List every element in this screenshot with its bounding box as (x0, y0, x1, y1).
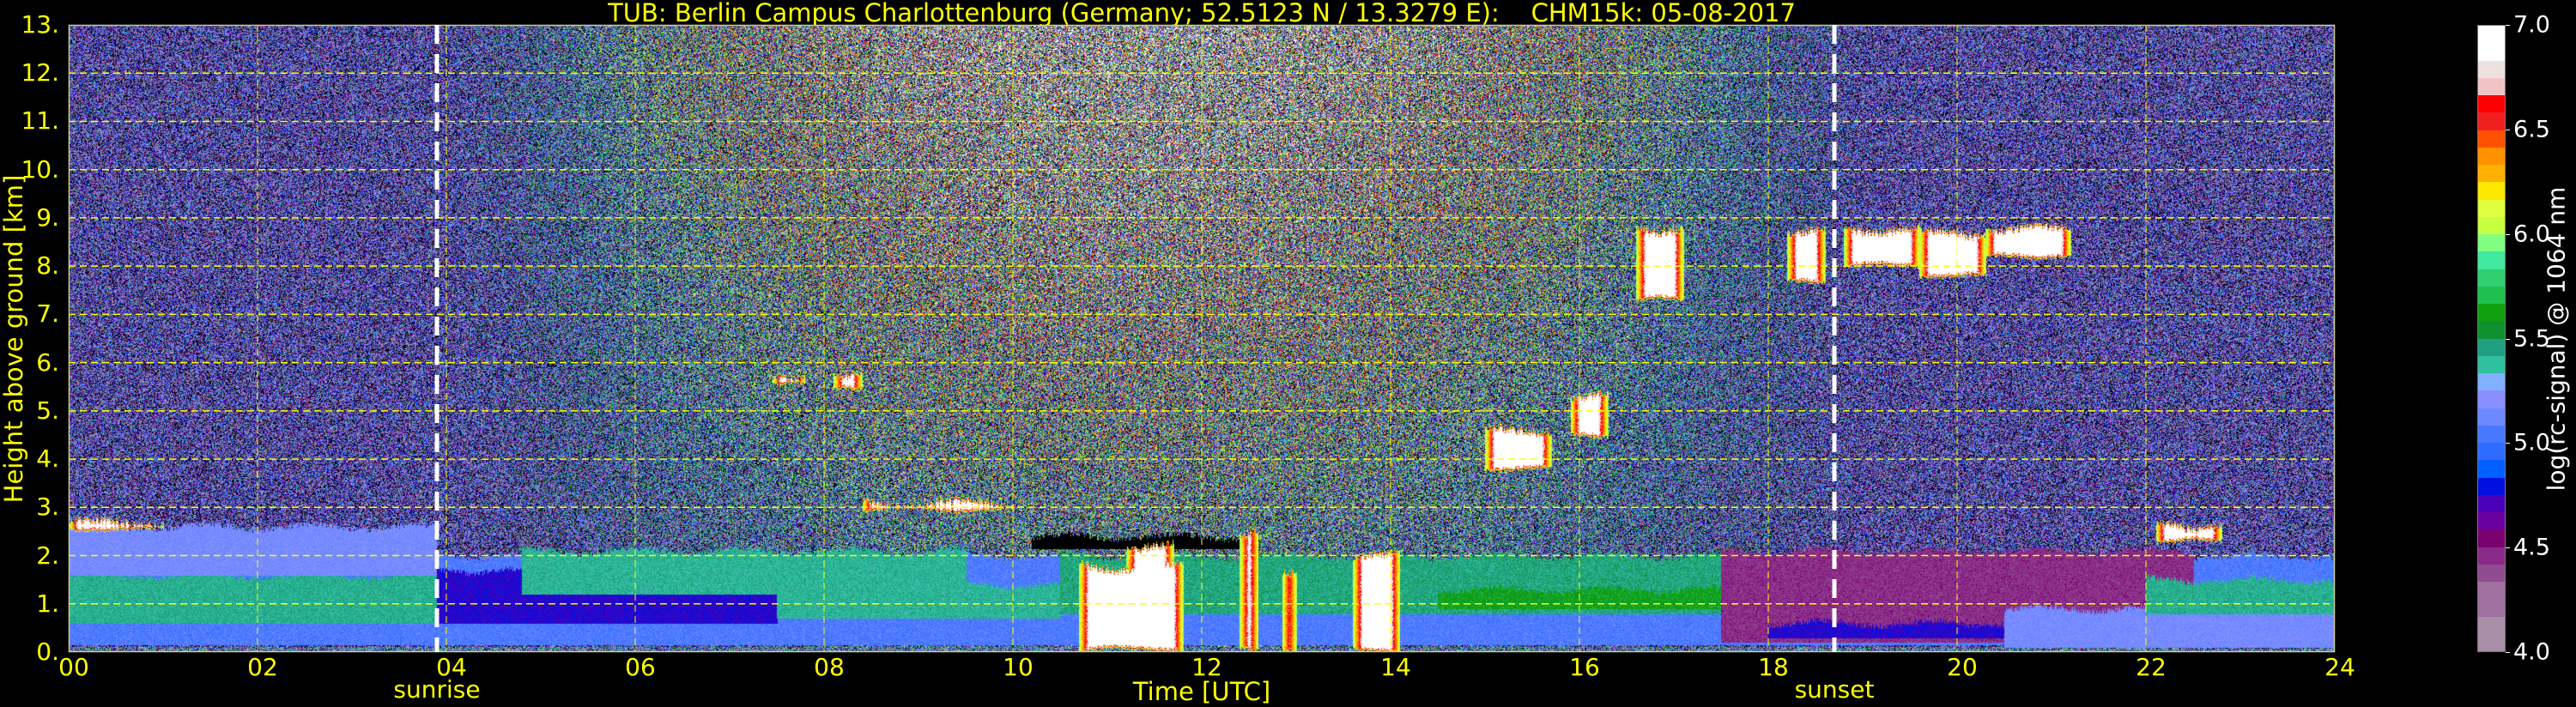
sunrise-label: sunrise (393, 675, 481, 704)
colorbar-segment (2478, 633, 2505, 651)
colorbar-segment (2478, 234, 2505, 252)
y-tick-label: 3. (36, 492, 59, 522)
colorbar-tick-label: 7.0 (2513, 11, 2550, 39)
colorbar-tick-label: 6.5 (2513, 116, 2550, 143)
colorbar-segment (2478, 338, 2505, 356)
y-tick-label: 11. (21, 106, 59, 136)
x-tick-label: 10 (1003, 653, 1033, 681)
colorbar-tick-label: 4.5 (2513, 534, 2550, 561)
y-tick-label: 8. (36, 251, 59, 281)
colorbar-tick-mark (2506, 25, 2510, 26)
colorbar-segment (2478, 269, 2505, 287)
colorbar-segment (2478, 43, 2505, 61)
y-tick-label: 4. (36, 444, 59, 474)
colorbar-segment (2478, 443, 2505, 461)
colorbar-segment (2478, 112, 2505, 130)
y-tick-label: 1. (36, 589, 59, 618)
colorbar-segment (2478, 130, 2505, 148)
colorbar-segment (2478, 425, 2505, 443)
sunset-label: sunset (1794, 675, 1875, 704)
x-tick-label: 02 (247, 653, 278, 681)
colorbar-segment (2478, 408, 2505, 426)
x-tick-label: 00 (58, 653, 89, 681)
colorbar-segment (2478, 512, 2505, 530)
colorbar-segment (2478, 599, 2505, 617)
colorbar-segment (2478, 286, 2505, 304)
y-axis-label: Height above ground [km] (0, 174, 28, 504)
grid-overlay (68, 24, 2336, 653)
y-tick-label: 12. (21, 58, 59, 88)
colorbar (2477, 25, 2506, 652)
colorbar-tick-mark (2506, 652, 2510, 653)
colorbar-tick-label: 4.0 (2513, 638, 2550, 666)
colorbar-segment (2478, 460, 2505, 478)
colorbar-tick-mark (2506, 233, 2510, 235)
x-tick-label: 18 (1758, 653, 1789, 681)
y-tick-label: 5. (36, 396, 59, 425)
plot-area (68, 24, 2336, 653)
y-tick-label: 2. (36, 541, 59, 570)
colorbar-segment (2478, 529, 2505, 547)
colorbar-segment (2478, 251, 2505, 269)
colorbar-label: log(rc-signal) @ 1064 nm (2542, 186, 2571, 492)
colorbar-segment (2478, 304, 2505, 322)
colorbar-segment (2478, 182, 2505, 200)
y-tick-label: 9. (36, 202, 59, 232)
x-tick-label: 12 (1191, 653, 1222, 681)
colorbar-tick-mark (2506, 547, 2510, 549)
colorbar-segment (2478, 582, 2505, 600)
colorbar-segment (2478, 616, 2505, 634)
x-tick-label: 14 (1380, 653, 1411, 681)
colorbar-tick-mark (2506, 338, 2510, 340)
x-axis-label: Time [UTC] (1132, 677, 1271, 706)
colorbar-segment (2478, 494, 2505, 512)
colorbar-segment (2478, 547, 2505, 565)
colorbar-segment (2478, 147, 2505, 165)
colorbar-segment (2478, 95, 2505, 113)
colorbar-tick-mark (2506, 443, 2510, 444)
colorbar-segment (2478, 355, 2505, 373)
x-tick-label: 16 (1569, 653, 1600, 681)
y-tick-label: 13. (21, 10, 59, 39)
colorbar-segment (2478, 77, 2505, 95)
y-tick-label: 0. (36, 638, 59, 666)
colorbar-segment (2478, 390, 2505, 408)
colorbar-segment (2478, 165, 2505, 183)
colorbar-segment (2478, 321, 2505, 339)
x-tick-label: 06 (625, 653, 656, 681)
x-tick-label: 22 (2136, 653, 2167, 681)
x-tick-label: 08 (814, 653, 845, 681)
colorbar-segment (2478, 199, 2505, 217)
colorbar-segment (2478, 564, 2505, 582)
colorbar-segment (2478, 60, 2505, 78)
x-tick-label: 24 (2324, 653, 2355, 681)
colorbar-segment (2478, 216, 2505, 234)
colorbar-segment (2478, 477, 2505, 495)
colorbar-segment (2478, 373, 2505, 391)
x-tick-label: 20 (1947, 653, 1978, 681)
y-tick-label: 7. (36, 299, 59, 329)
y-tick-label: 6. (36, 347, 59, 377)
chart-title: TUB: Berlin Campus Charlottenburg (Germa… (608, 0, 1796, 27)
colorbar-segment (2478, 26, 2505, 44)
